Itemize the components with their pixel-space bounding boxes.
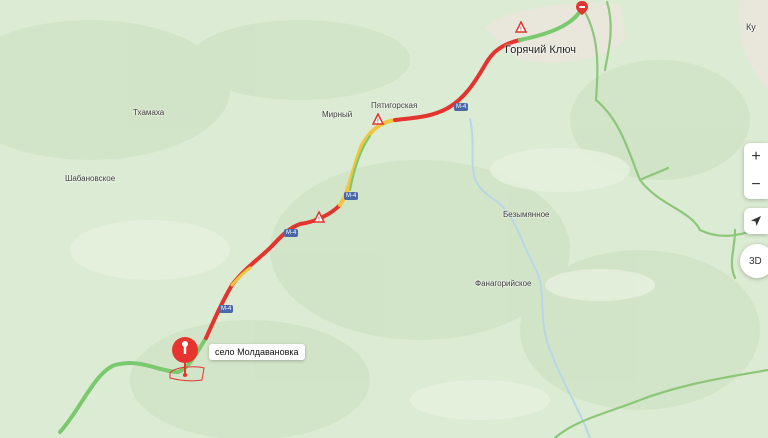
svg-text:!: !: [377, 118, 379, 125]
place-label-pyatigorskaya[interactable]: Пятигорская: [371, 101, 417, 110]
my-location-button[interactable]: [744, 208, 768, 234]
map-canvas[interactable]: М-4 М-4 М-4 М-4 ! ! ! Горячий Ключ Пятиг…: [0, 0, 768, 438]
warning-icon[interactable]: !: [515, 21, 527, 33]
place-label-mirny[interactable]: Мирный: [322, 110, 352, 119]
road-shield: М-4: [344, 192, 359, 200]
place-label-bezymyannoe[interactable]: Безымянное: [503, 210, 550, 219]
place-label-partial[interactable]: Ку: [746, 22, 756, 32]
zoom-in-button[interactable]: +: [744, 143, 768, 171]
place-label-goryachiy-klyuch[interactable]: Горячий Ключ: [505, 44, 576, 56]
3d-toggle-button[interactable]: 3D: [740, 244, 768, 278]
selected-place-label[interactable]: село Молдавановка: [209, 344, 305, 360]
incident-marker-icon[interactable]: [575, 0, 589, 16]
road-shield: М-4: [454, 103, 469, 111]
road-shield: М-4: [219, 305, 234, 313]
place-label-tkhamakha[interactable]: Тхамаха: [133, 108, 164, 117]
svg-text:!: !: [520, 26, 522, 33]
zoom-out-button[interactable]: −: [744, 171, 768, 199]
navigation-arrow-icon: [751, 216, 761, 226]
place-label-shabanovskoe[interactable]: Шабановское: [65, 174, 115, 183]
location-pin-icon[interactable]: [171, 334, 211, 380]
map-base-layer: [0, 0, 768, 438]
svg-text:!: !: [318, 216, 320, 223]
zoom-control: + −: [744, 143, 768, 199]
road-shield: М-4: [284, 229, 299, 237]
warning-icon[interactable]: !: [372, 113, 384, 125]
warning-icon[interactable]: !: [313, 211, 325, 223]
place-label-fanagoriyskoe[interactable]: Фанагорийское: [475, 279, 531, 288]
